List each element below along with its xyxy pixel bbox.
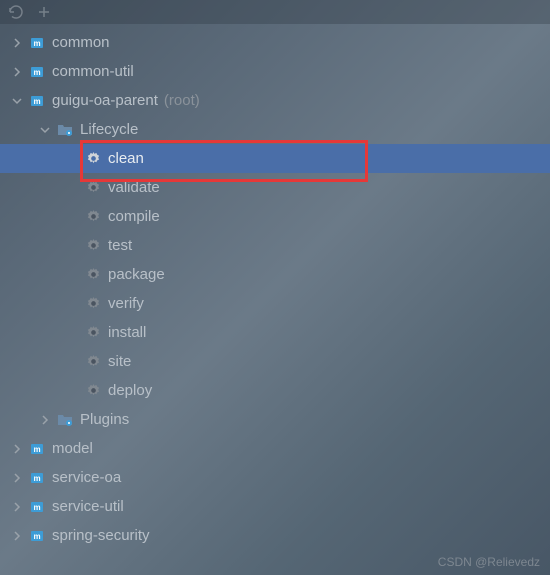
tree-item-label: guigu-oa-parent xyxy=(52,92,158,109)
tree-item-validate[interactable]: validate xyxy=(0,173,550,202)
chevron-right-icon[interactable] xyxy=(10,36,24,50)
tree-item-label: test xyxy=(108,237,132,254)
tree-item-test[interactable]: test xyxy=(0,231,550,260)
tree-item-common[interactable]: m common xyxy=(0,28,550,57)
tree-item-plugins[interactable]: Plugins xyxy=(0,405,550,434)
gear-icon xyxy=(84,208,102,226)
chevron-right-icon[interactable] xyxy=(10,442,24,456)
tree-item-label: model xyxy=(52,440,93,457)
chevron-down-icon[interactable] xyxy=(38,123,52,137)
tree-item-site[interactable]: site xyxy=(0,347,550,376)
maven-module-icon: m xyxy=(28,440,46,458)
svg-text:m: m xyxy=(33,474,40,483)
gear-icon xyxy=(84,295,102,313)
tree-item-label: common xyxy=(52,34,110,51)
tree-item-label: deploy xyxy=(108,382,152,399)
folder-gear-icon xyxy=(56,121,74,139)
tree-item-install[interactable]: install xyxy=(0,318,550,347)
maven-module-icon: m xyxy=(28,92,46,110)
tree-item-guigu-oa-parent[interactable]: m guigu-oa-parent (root) xyxy=(0,86,550,115)
gear-icon xyxy=(84,179,102,197)
maven-module-icon: m xyxy=(28,527,46,545)
tree-item-label: verify xyxy=(108,295,144,312)
gear-icon xyxy=(84,266,102,284)
chevron-right-icon[interactable] xyxy=(10,500,24,514)
chevron-down-icon[interactable] xyxy=(10,94,24,108)
svg-text:m: m xyxy=(33,68,40,77)
tree-item-label: clean xyxy=(108,150,144,167)
svg-text:m: m xyxy=(33,445,40,454)
tree-item-clean[interactable]: clean xyxy=(0,144,550,173)
tree-item-compile[interactable]: compile xyxy=(0,202,550,231)
tree-item-spring-security[interactable]: m spring-security xyxy=(0,521,550,550)
tree-item-suffix: (root) xyxy=(164,92,200,109)
maven-module-icon: m xyxy=(28,34,46,52)
chevron-right-icon[interactable] xyxy=(10,529,24,543)
tree-item-service-oa[interactable]: m service-oa xyxy=(0,463,550,492)
tree-item-service-util[interactable]: m service-util xyxy=(0,492,550,521)
gear-icon xyxy=(84,382,102,400)
gear-icon xyxy=(84,237,102,255)
svg-text:m: m xyxy=(33,532,40,541)
toolbar xyxy=(0,0,550,24)
tree-item-model[interactable]: m model xyxy=(0,434,550,463)
svg-text:m: m xyxy=(33,39,40,48)
svg-text:m: m xyxy=(33,503,40,512)
tree-item-label: site xyxy=(108,353,131,370)
tree-item-verify[interactable]: verify xyxy=(0,289,550,318)
tree-item-label: install xyxy=(108,324,146,341)
tree-item-label: package xyxy=(108,266,165,283)
svg-text:m: m xyxy=(33,97,40,106)
tree-item-label: Lifecycle xyxy=(80,121,138,138)
chevron-right-icon[interactable] xyxy=(10,471,24,485)
watermark: CSDN @Relievedz xyxy=(438,555,540,569)
toolbar-refresh-icon[interactable] xyxy=(8,4,24,20)
chevron-right-icon[interactable] xyxy=(38,413,52,427)
maven-module-icon: m xyxy=(28,469,46,487)
gear-icon xyxy=(84,353,102,371)
tree-item-label: Plugins xyxy=(80,411,129,428)
gear-icon xyxy=(84,324,102,342)
tree-item-label: validate xyxy=(108,179,160,196)
maven-tree: m common m common-util m guigu-oa-parent… xyxy=(0,24,550,550)
tree-item-common-util[interactable]: m common-util xyxy=(0,57,550,86)
tree-item-label: spring-security xyxy=(52,527,150,544)
tree-item-label: service-util xyxy=(52,498,124,515)
tree-item-label: service-oa xyxy=(52,469,121,486)
folder-gear-icon xyxy=(56,411,74,429)
gear-icon xyxy=(84,150,102,168)
toolbar-add-icon[interactable] xyxy=(36,4,52,20)
maven-module-icon: m xyxy=(28,498,46,516)
tree-item-label: compile xyxy=(108,208,160,225)
maven-module-icon: m xyxy=(28,63,46,81)
tree-item-lifecycle[interactable]: Lifecycle xyxy=(0,115,550,144)
tree-item-deploy[interactable]: deploy xyxy=(0,376,550,405)
chevron-right-icon[interactable] xyxy=(10,65,24,79)
tree-item-package[interactable]: package xyxy=(0,260,550,289)
tree-item-label: common-util xyxy=(52,63,134,80)
